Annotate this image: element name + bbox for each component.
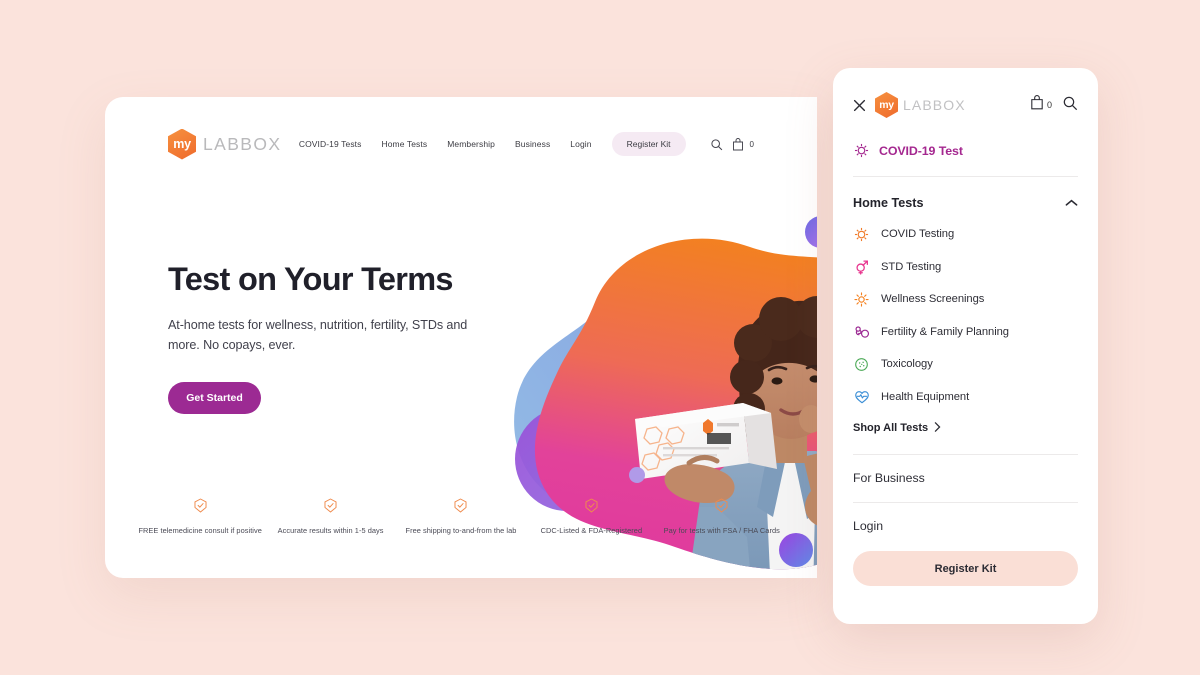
menu-item-label: Health Equipment [881, 390, 970, 403]
feature-highlights-row: FREE telemedicine consult if positive Ac… [105, 498, 817, 536]
feature-item: FREE telemedicine consult if positive [138, 498, 263, 536]
shop-all-tests-label: Shop All Tests [853, 422, 929, 434]
sun-icon [853, 291, 870, 308]
check-shield-icon [715, 498, 728, 518]
mobile-link-login[interactable]: Login [833, 503, 1098, 533]
feature-item: Free shipping to-and-from the lab [398, 498, 523, 536]
feature-item: Pay for tests with FSA / FHA Cards [659, 498, 784, 536]
feature-item: Accurate results within 1-5 days [268, 498, 393, 536]
search-icon[interactable] [710, 138, 723, 151]
desktop-logo[interactable]: my LABBOX [168, 128, 282, 160]
nav-link-home-tests[interactable]: Home Tests [381, 139, 427, 149]
check-shield-icon [194, 498, 207, 518]
nav-link-login[interactable]: Login [570, 139, 591, 149]
desktop-nav-icons: 0 [710, 137, 754, 151]
check-shield-icon [454, 498, 467, 518]
feature-text: CDC-Listed & FDA-Registered [540, 525, 643, 535]
desktop-nav-links: COVID-19 Tests Home Tests Membership Bus… [299, 132, 754, 156]
mobile-register-kit-wrap: Register Kit [833, 533, 1098, 586]
mobile-header-icons: 0 [1030, 95, 1078, 116]
menu-item-label: STD Testing [881, 260, 942, 273]
get-started-button[interactable]: Get Started [168, 381, 261, 414]
menu-item-health-equipment[interactable]: Health Equipment [853, 381, 1078, 414]
logo-mark-text: my [879, 99, 894, 111]
nav-link-business[interactable]: Business [515, 139, 550, 149]
hexagon-logo-icon: my [875, 92, 898, 118]
feature-text: FREE telemedicine consult if positive [138, 525, 262, 535]
feature-text: Free shipping to-and-from the lab [405, 525, 517, 535]
hero-title: Test on Your Terms [168, 261, 453, 297]
hexagon-logo-icon: my [168, 128, 196, 160]
menu-item-wellness-screenings[interactable]: Wellness Screenings [853, 283, 1078, 316]
gender-symbols-icon [853, 258, 870, 275]
logo-mark-text: my [173, 136, 191, 151]
mobile-logo[interactable]: my LABBOX [875, 92, 966, 118]
mobile-menu-header: my LABBOX 0 [833, 68, 1098, 118]
cart-count: 0 [749, 139, 754, 149]
register-kit-nav-button[interactable]: Register Kit [611, 132, 686, 156]
mobile-covid-label: COVID-19 Test [879, 143, 963, 158]
feature-text: Pay for tests with FSA / FHA Cards [663, 525, 780, 535]
virus-icon [853, 142, 870, 159]
menu-item-fertility-family-planning[interactable]: Fertility & Family Planning [853, 316, 1078, 349]
chevron-up-icon[interactable] [1065, 194, 1078, 212]
menu-item-label: Wellness Screenings [881, 293, 985, 306]
search-icon[interactable] [1062, 95, 1078, 116]
shop-all-tests-link[interactable]: Shop All Tests [833, 413, 1098, 437]
check-shield-icon [585, 498, 598, 518]
menu-item-label: COVID Testing [881, 228, 955, 241]
mobile-menu-panel: my LABBOX 0 COVID-19 Test Home Tests COV… [833, 68, 1098, 624]
menu-item-toxicology[interactable]: Toxicology [853, 348, 1078, 381]
logo-wordmark: LABBOX [203, 133, 282, 154]
register-kit-button[interactable]: Register Kit [853, 551, 1078, 586]
petri-dish-icon [853, 356, 870, 373]
cart-count: 0 [1046, 100, 1052, 110]
mobile-covid-19-test-item[interactable]: COVID-19 Test [833, 118, 1098, 159]
mobile-link-for-business[interactable]: For Business [833, 455, 1098, 485]
shopping-bag-icon[interactable] [732, 137, 744, 151]
menu-item-label: Fertility & Family Planning [881, 325, 1009, 338]
hero-subtitle: At-home tests for wellness, nutrition, f… [168, 317, 468, 353]
menu-item-label: Toxicology [881, 358, 933, 371]
heartbeat-icon [853, 388, 870, 405]
logo-wordmark: LABBOX [903, 97, 966, 113]
check-shield-icon [324, 498, 337, 518]
menu-item-covid-testing[interactable]: COVID Testing [853, 218, 1078, 251]
mobile-test-categories-list: COVID Testing STD Testing Wellness Scree… [833, 212, 1098, 413]
feature-text: Accurate results within 1-5 days [277, 525, 384, 535]
close-icon[interactable] [853, 99, 866, 112]
menu-item-std-testing[interactable]: STD Testing [853, 251, 1078, 284]
mobile-section-home-tests[interactable]: Home Tests [833, 177, 1098, 212]
chevron-right-icon [934, 419, 941, 437]
mobile-section-title: Home Tests [853, 196, 924, 210]
virus-icon [853, 226, 870, 243]
desktop-navbar: my LABBOX COVID-19 Tests Home Tests Memb… [105, 97, 817, 191]
mobile-cart[interactable]: 0 [1030, 95, 1052, 115]
feature-item: CDC-Listed & FDA-Registered [529, 498, 654, 536]
hero-section: Test on Your Terms At-home tests for wel… [168, 261, 498, 414]
sperm-egg-icon [853, 323, 870, 340]
nav-link-covid-19-tests[interactable]: COVID-19 Tests [299, 139, 362, 149]
shopping-bag-icon [1030, 95, 1044, 115]
nav-link-membership[interactable]: Membership [447, 139, 495, 149]
desktop-site-card: my LABBOX COVID-19 Tests Home Tests Memb… [105, 97, 817, 578]
